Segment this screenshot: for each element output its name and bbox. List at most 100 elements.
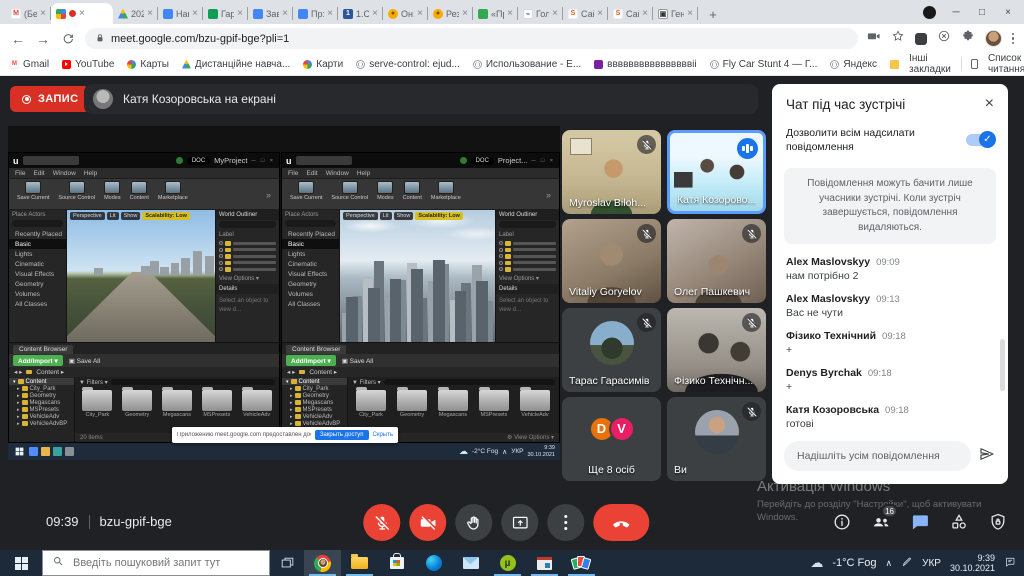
asset-folder[interactable]: City_Park — [81, 390, 114, 418]
visibility-icon[interactable] — [219, 248, 223, 252]
bookmark-item[interactable]: Карты — [127, 59, 169, 70]
asset-folder[interactable]: VehicleAdv — [240, 390, 273, 418]
tab-close-icon[interactable]: × — [237, 8, 243, 19]
tab-close-icon[interactable]: × — [147, 8, 153, 19]
tree-item[interactable]: ▸City_Park — [9, 385, 74, 392]
bookmark-item[interactable]: Дистанційне навча... — [182, 59, 290, 70]
bookmark-item[interactable]: ввввввввввввввввіі — [594, 59, 696, 70]
asset-folder[interactable]: Megascans — [436, 390, 470, 418]
tab-close-icon[interactable]: × — [462, 8, 468, 19]
ue-viewport[interactable]: PerspectiveLitShowScalability: Low — [67, 210, 215, 342]
clock[interactable]: 9:39 30.10.2021 — [950, 553, 995, 574]
toolbar-overflow-icon[interactable]: » — [266, 190, 271, 200]
browser-tab[interactable]: Нак× — [158, 3, 203, 24]
bookmark-item[interactable]: serve-control: ejud... — [356, 59, 460, 70]
minimize-icon[interactable]: ─ — [950, 7, 962, 18]
chat-input[interactable] — [784, 441, 971, 471]
browser-tab[interactable]: ●Он:× — [383, 3, 428, 24]
place-actors-item[interactable]: Basic — [9, 239, 66, 249]
place-actors-item[interactable]: Volumes — [9, 289, 66, 299]
taskbar-app-chrome[interactable] — [304, 550, 341, 576]
browser-menu-icon[interactable] — [1012, 33, 1015, 45]
place-actors-item[interactable]: Recently Placed — [282, 229, 339, 239]
ue-menu-item[interactable]: Help — [84, 170, 97, 177]
action-center-icon[interactable] — [1004, 556, 1016, 571]
ue-menu-item[interactable]: File — [288, 170, 298, 177]
participant-tile[interactable]: Vitaliy Goryelov — [562, 219, 661, 303]
ue-menu-item[interactable]: Window — [53, 170, 76, 177]
participant-tile[interactable]: DVЩе 8 осіб — [562, 397, 661, 481]
tree-item[interactable]: ▸MSPresets — [9, 406, 74, 413]
breadcrumb-label[interactable]: Content ▸ — [309, 368, 337, 376]
chat-close-icon[interactable]: × — [985, 96, 994, 112]
bookmark-item[interactable]: YouTube — [62, 59, 114, 70]
participant-tile[interactable]: Тарас Гарасимів — [562, 308, 661, 392]
participant-tile[interactable]: Ви — [667, 397, 766, 481]
tab-close-icon[interactable]: × — [40, 8, 46, 19]
viewport-chip[interactable]: Perspective — [343, 212, 378, 220]
microphone-off-button[interactable] — [363, 504, 400, 541]
extensions-puzzle-icon[interactable] — [961, 29, 975, 48]
save-all-button[interactable]: ▣ Save All — [69, 357, 100, 365]
content-browser-tab[interactable]: Content Browser — [13, 345, 73, 354]
browser-tab[interactable]: Зав× — [248, 3, 293, 24]
view-options[interactable]: View Options ▾ — [496, 273, 559, 284]
bookmark-item[interactable]: Яндекс — [830, 59, 877, 70]
allow-messages-toggle[interactable] — [966, 134, 994, 146]
taskbar-app-wordwall[interactable] — [563, 550, 600, 576]
send-icon[interactable] — [978, 445, 996, 468]
task-view-icon[interactable] — [270, 550, 304, 576]
ue-tool-source-control[interactable]: Source Control — [58, 181, 95, 201]
tree-item[interactable]: ▸Geometry — [9, 392, 74, 399]
participant-tile[interactable]: Катя Козорово... — [667, 130, 766, 214]
save-all-button[interactable]: ▣ Save All — [342, 357, 373, 365]
participants-icon[interactable]: 16 — [870, 511, 892, 533]
back-icon[interactable]: ← — [10, 31, 26, 47]
meeting-code[interactable]: bzu-gpif-bge — [100, 514, 172, 529]
tree-item[interactable]: ▸Megascans — [282, 399, 347, 406]
forward-icon[interactable]: → — [35, 31, 51, 47]
asset-folder[interactable]: Megascans — [161, 390, 194, 418]
ue-tool-content[interactable]: Content — [403, 181, 422, 201]
tree-item[interactable]: ▾Content — [282, 378, 347, 385]
filters-button[interactable]: ▼ Filters ▾ — [352, 379, 381, 386]
chat-scrollbar[interactable] — [1000, 339, 1005, 391]
visibility-icon[interactable] — [499, 248, 503, 252]
browser-tab[interactable]: SСай× — [608, 3, 653, 24]
present-screen-button[interactable] — [501, 504, 538, 541]
ue-menu-item[interactable]: File — [15, 170, 25, 177]
place-actors-item[interactable]: Lights — [9, 249, 66, 259]
place-actors-item[interactable]: Geometry — [9, 279, 66, 289]
visibility-icon[interactable] — [219, 267, 223, 271]
taskbar-search[interactable] — [42, 550, 270, 576]
close-icon[interactable]: × — [1002, 7, 1014, 18]
browser-tab[interactable]: SСай× — [563, 3, 608, 24]
browser-tab[interactable]: M(Бе:× — [6, 3, 51, 24]
participant-tile[interactable]: Фізико Технічн... — [667, 308, 766, 392]
pen-icon[interactable] — [901, 556, 913, 571]
bookmark-item[interactable]: MGmail — [10, 59, 49, 70]
tree-item[interactable]: ▸VehicleAdvBP — [9, 420, 74, 427]
nav-arrows[interactable]: ◂ ▸ — [14, 368, 22, 376]
viewport-chip[interactable]: Scalability: Low — [415, 212, 463, 220]
viewport-chip[interactable]: Show — [394, 212, 414, 220]
tree-item[interactable]: ▸VehicleAdvBP — [282, 420, 347, 427]
asset-folder[interactable]: City_Park — [354, 390, 388, 418]
viewport-chip[interactable]: Lit — [107, 212, 119, 220]
place-actors-item[interactable]: Volumes — [282, 289, 339, 299]
language-indicator[interactable]: УКР — [922, 558, 941, 569]
ue-tool-save-current[interactable]: Save Current — [17, 181, 49, 201]
asset-folder[interactable]: Geometry — [395, 390, 429, 418]
ue-tool-marketplace[interactable]: Marketplace — [158, 181, 188, 201]
extension-icon[interactable] — [915, 33, 927, 45]
nav-arrows[interactable]: ◂ ▸ — [287, 368, 295, 376]
tab-close-icon[interactable]: × — [282, 8, 288, 19]
viewport-chip[interactable]: Lit — [380, 212, 392, 220]
taskbar-app-explorer[interactable] — [341, 550, 378, 576]
reading-list[interactable]: Список читання — [988, 53, 1024, 75]
new-tab-button[interactable]: + — [702, 4, 724, 24]
browser-profile-badge[interactable] — [923, 6, 936, 19]
ue-tool-modes[interactable]: Modes — [104, 181, 121, 201]
participant-tile[interactable]: Myroslav Biloh... — [562, 130, 661, 214]
taskbar-app-onec[interactable] — [526, 550, 563, 576]
